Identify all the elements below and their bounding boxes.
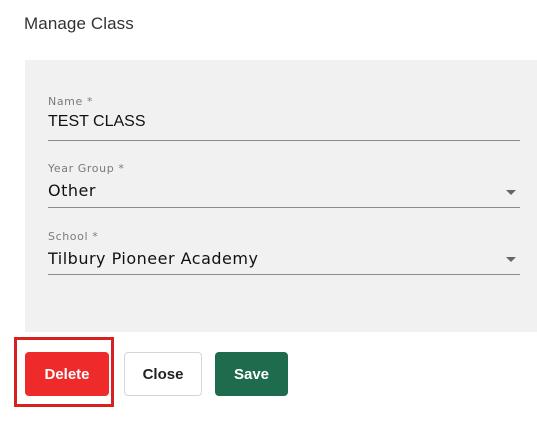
dialog-title: Manage Class bbox=[24, 14, 134, 33]
school-select[interactable]: School * Tilbury Pioneer Academy bbox=[48, 230, 520, 275]
chevron-down-icon[interactable] bbox=[506, 190, 516, 195]
manage-class-dialog: Manage Class Name * TEST CLASS Year Grou… bbox=[0, 0, 537, 439]
name-field[interactable]: Name * TEST CLASS bbox=[48, 95, 520, 141]
year-group-select[interactable]: Year Group * Other bbox=[48, 162, 520, 208]
name-field-label: Name * bbox=[48, 95, 94, 108]
school-value[interactable]: Tilbury Pioneer Academy bbox=[48, 249, 520, 268]
chevron-down-icon[interactable] bbox=[506, 257, 516, 262]
school-label: School * bbox=[48, 230, 99, 243]
close-button[interactable]: Close bbox=[124, 352, 202, 396]
save-button[interactable]: Save bbox=[215, 352, 288, 396]
delete-button[interactable]: Delete bbox=[25, 352, 109, 396]
form-panel: Name * TEST CLASS Year Group * Other Sch… bbox=[25, 60, 537, 332]
name-field-value[interactable]: TEST CLASS bbox=[48, 113, 520, 131]
year-group-label: Year Group * bbox=[48, 162, 125, 175]
year-group-value[interactable]: Other bbox=[48, 181, 520, 200]
